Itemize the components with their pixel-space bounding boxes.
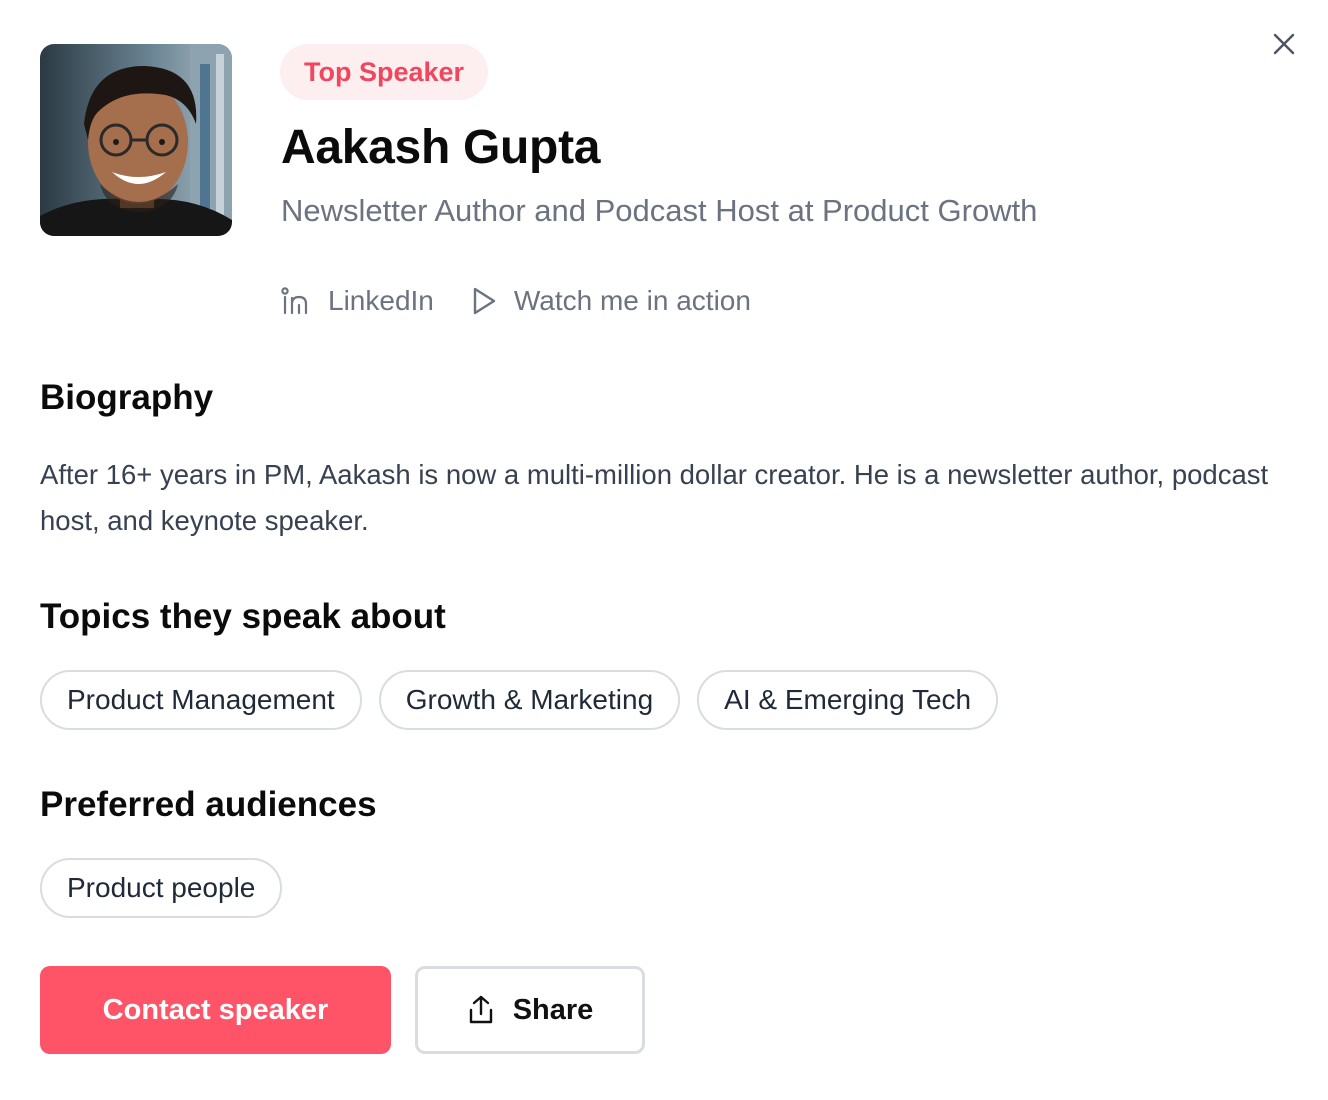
share-label: Share <box>512 993 594 1026</box>
linkedin-icon <box>280 285 312 317</box>
watch-video-label: Watch me in action <box>513 285 751 316</box>
speaker-title: Newsletter Author and Podcast Host at Pr… <box>281 193 1038 228</box>
close-button[interactable] <box>1266 26 1302 62</box>
share-icon <box>467 994 495 1026</box>
topic-chip[interactable]: Growth & Marketing <box>378 670 681 730</box>
play-icon <box>470 285 498 317</box>
topics-heading: Topics they speak about <box>40 597 446 636</box>
linkedin-link[interactable]: LinkedIn <box>280 285 434 317</box>
speaker-links: LinkedIn Watch me in action <box>280 285 751 317</box>
audience-chip[interactable]: Product people <box>40 858 283 918</box>
close-icon <box>1273 33 1295 55</box>
top-speaker-badge: Top Speaker <box>280 44 489 100</box>
contact-speaker-button[interactable]: Contact speaker <box>40 966 391 1054</box>
contact-speaker-label: Contact speaker <box>102 993 329 1026</box>
biography-heading: Biography <box>40 378 214 417</box>
speaker-profile-modal: Top Speaker Aakash Gupta Newsletter Auth… <box>0 0 1328 1100</box>
topic-chip[interactable]: AI & Emerging Tech <box>697 670 999 730</box>
audiences-list: Product people <box>40 858 283 918</box>
linkedin-label: LinkedIn <box>328 285 434 316</box>
share-button[interactable]: Share <box>415 966 645 1054</box>
topics-list: Product Management Growth & Marketing AI… <box>40 670 999 730</box>
speaker-avatar <box>40 44 232 236</box>
biography-text: After 16+ years in PM, Aakash is now a m… <box>40 459 1269 536</box>
audiences-heading: Preferred audiences <box>40 785 377 824</box>
topic-chip[interactable]: Product Management <box>40 670 362 730</box>
watch-video-link[interactable]: Watch me in action <box>470 285 751 317</box>
speaker-name: Aakash Gupta <box>281 121 601 174</box>
